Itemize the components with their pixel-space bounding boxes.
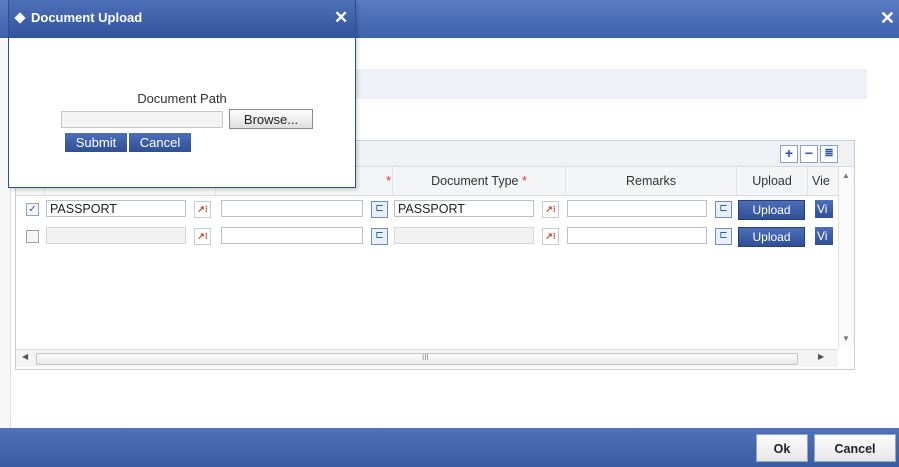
- add-row-icon[interactable]: +: [780, 145, 798, 163]
- single-view-icon[interactable]: ≣: [820, 145, 838, 163]
- upload-button[interactable]: Upload: [738, 227, 805, 247]
- document-upload-dialog: Document Upload ✕ Document Path Browse..…: [8, 0, 356, 188]
- table-row: ↗⁝ ⊏ ↗⁝ ⊏ Upload Vi: [16, 225, 854, 247]
- remarks-field[interactable]: [567, 227, 707, 244]
- remarks-popup-icon[interactable]: ⊏: [715, 201, 732, 218]
- scroll-down-icon[interactable]: ▼: [842, 334, 850, 343]
- scroll-up-icon[interactable]: ▲: [842, 171, 850, 180]
- delete-row-icon[interactable]: −: [800, 145, 818, 163]
- scroll-grip: III: [422, 353, 429, 362]
- row-select-checkbox[interactable]: ✓: [26, 203, 39, 216]
- dialog-title-bar: Document Upload ✕: [9, 0, 355, 38]
- footer-bar: Ok Cancel: [0, 428, 899, 467]
- reference-field[interactable]: [221, 227, 363, 244]
- ok-button[interactable]: Ok: [756, 434, 808, 462]
- document-type-field[interactable]: PASSPORT: [394, 200, 534, 217]
- dialog-cancel-button[interactable]: Cancel: [129, 133, 191, 152]
- cancel-button[interactable]: Cancel: [814, 434, 896, 462]
- document-path-label: Document Path: [137, 91, 227, 106]
- window-close-icon[interactable]: ✕: [880, 8, 895, 29]
- header-upload: Upload: [736, 167, 807, 195]
- lov-icon[interactable]: ↗⁝: [194, 228, 211, 245]
- upload-button[interactable]: Upload: [738, 200, 805, 220]
- lov-icon[interactable]: ↗⁝: [542, 201, 559, 218]
- scroll-left-icon[interactable]: ◀: [22, 352, 28, 361]
- document-category-field[interactable]: [46, 227, 186, 244]
- required-marker: *: [521, 174, 527, 188]
- scroll-right-icon[interactable]: ▶: [818, 352, 824, 361]
- scroll-thumb[interactable]: III: [36, 353, 798, 365]
- reference-field[interactable]: [221, 200, 363, 217]
- diamond-icon: [14, 12, 26, 24]
- dialog-close-icon[interactable]: ✕: [334, 8, 348, 28]
- remarks-field[interactable]: [567, 200, 707, 217]
- view-button[interactable]: Vi: [815, 200, 833, 218]
- lov-icon[interactable]: ↗⁝: [194, 201, 211, 218]
- view-button[interactable]: Vi: [815, 227, 833, 245]
- header-document-type: Document Type *: [392, 167, 565, 195]
- vertical-scrollbar[interactable]: ▲ ▼: [838, 167, 854, 347]
- document-type-field[interactable]: [394, 227, 534, 244]
- document-category-field[interactable]: PASSPORT: [46, 200, 186, 217]
- document-path-field[interactable]: [61, 111, 223, 128]
- browse-button[interactable]: Browse...: [229, 109, 313, 129]
- submit-button[interactable]: Submit: [65, 133, 127, 152]
- table-row: ✓ PASSPORT ↗⁝ ⊏ PASSPORT ↗⁝ ⊏ Upload Vi: [16, 198, 854, 220]
- header-view: Vie: [807, 167, 838, 195]
- required-marker: *: [386, 174, 391, 188]
- remarks-popup-icon[interactable]: ⊏: [371, 201, 388, 218]
- remarks-popup-icon[interactable]: ⊏: [371, 228, 388, 245]
- row-select-checkbox[interactable]: [26, 230, 39, 243]
- dialog-title: Document Upload: [31, 10, 143, 25]
- lov-icon[interactable]: ↗⁝: [542, 228, 559, 245]
- remarks-popup-icon[interactable]: ⊏: [715, 228, 732, 245]
- header-remarks: Remarks: [565, 167, 736, 195]
- horizontal-scrollbar[interactable]: ◀ III ▶: [16, 349, 838, 367]
